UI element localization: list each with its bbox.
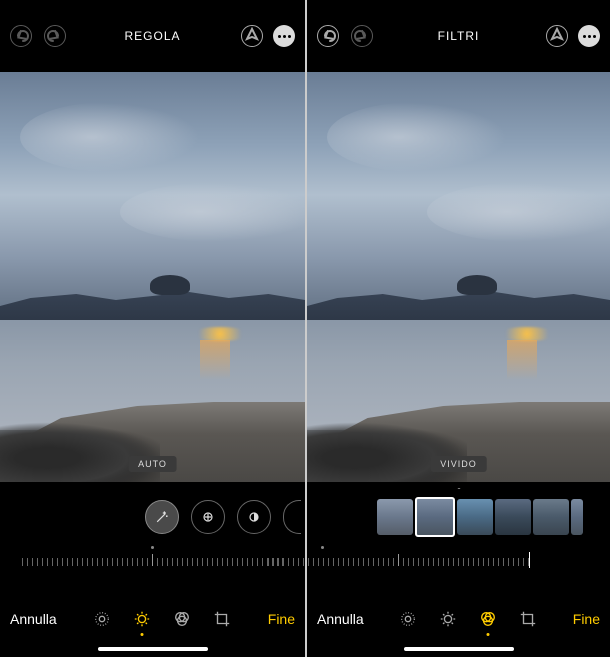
scale-indicator [529, 552, 530, 568]
home-indicator[interactable] [98, 647, 208, 651]
adjust-tools-row [0, 488, 305, 546]
tab-crop[interactable] [213, 610, 231, 628]
undo-button[interactable] [317, 25, 339, 47]
mode-title: REGOLA [124, 29, 180, 43]
done-button[interactable]: Fine [569, 605, 604, 633]
undo-button[interactable] [10, 25, 32, 47]
filter-badge[interactable]: VIVIDO [430, 456, 487, 472]
tab-livephoto[interactable] [93, 610, 111, 628]
home-indicator[interactable] [404, 647, 514, 651]
tab-crop[interactable] [519, 610, 537, 628]
more-icon [278, 35, 291, 38]
filter-thumb-6[interactable] [571, 499, 583, 535]
more-icon [583, 35, 596, 38]
filter-thumb-vivid[interactable] [415, 497, 455, 537]
filter-thumb-3[interactable] [457, 499, 493, 535]
tab-livephoto[interactable] [399, 610, 417, 628]
slider-scale[interactable] [0, 546, 305, 574]
brilliance-tool[interactable] [237, 500, 271, 534]
slider-scale[interactable] [307, 546, 610, 574]
auto-wand-tool[interactable] [145, 500, 179, 534]
tab-filters[interactable] [479, 610, 497, 628]
next-tool-partial[interactable] [283, 500, 301, 534]
mode-title: FILTRI [438, 29, 480, 43]
markup-button[interactable] [241, 25, 263, 47]
photo-preview[interactable]: VIVIDO [307, 72, 610, 482]
done-button[interactable]: Fine [264, 605, 299, 633]
redo-button[interactable] [44, 25, 66, 47]
edit-pane-filtri: FILTRI VIVIDO Annulla [305, 0, 610, 657]
bottom-bar: Annulla Fine [0, 591, 305, 647]
redo-button[interactable] [351, 25, 373, 47]
cancel-button[interactable]: Annulla [313, 605, 368, 633]
more-button[interactable] [578, 25, 600, 47]
edit-pane-regola: REGOLA AUTO Ann [0, 0, 305, 657]
tab-filters[interactable] [173, 610, 191, 628]
tab-adjust[interactable] [439, 610, 457, 628]
tab-adjust[interactable] [133, 610, 151, 628]
filter-thumb-4[interactable] [495, 499, 531, 535]
edit-tabs [399, 610, 537, 628]
top-bar: REGOLA [0, 0, 305, 72]
filter-thumb-5[interactable] [533, 499, 569, 535]
more-button[interactable] [273, 25, 295, 47]
center-dot-icon [457, 488, 460, 489]
adjust-badge[interactable]: AUTO [128, 456, 177, 472]
scale-marker-dot [151, 546, 154, 549]
filter-thumbnails-row[interactable] [307, 488, 610, 546]
photo-preview[interactable]: AUTO [0, 72, 305, 482]
markup-button[interactable] [546, 25, 568, 47]
top-bar: FILTRI [307, 0, 610, 72]
exposure-tool[interactable] [191, 500, 225, 534]
bottom-bar: Annulla Fine [307, 591, 610, 647]
cancel-button[interactable]: Annulla [6, 605, 61, 633]
edit-tabs [93, 610, 231, 628]
scale-marker-dot [321, 546, 324, 549]
filter-thumb-original[interactable] [377, 499, 413, 535]
